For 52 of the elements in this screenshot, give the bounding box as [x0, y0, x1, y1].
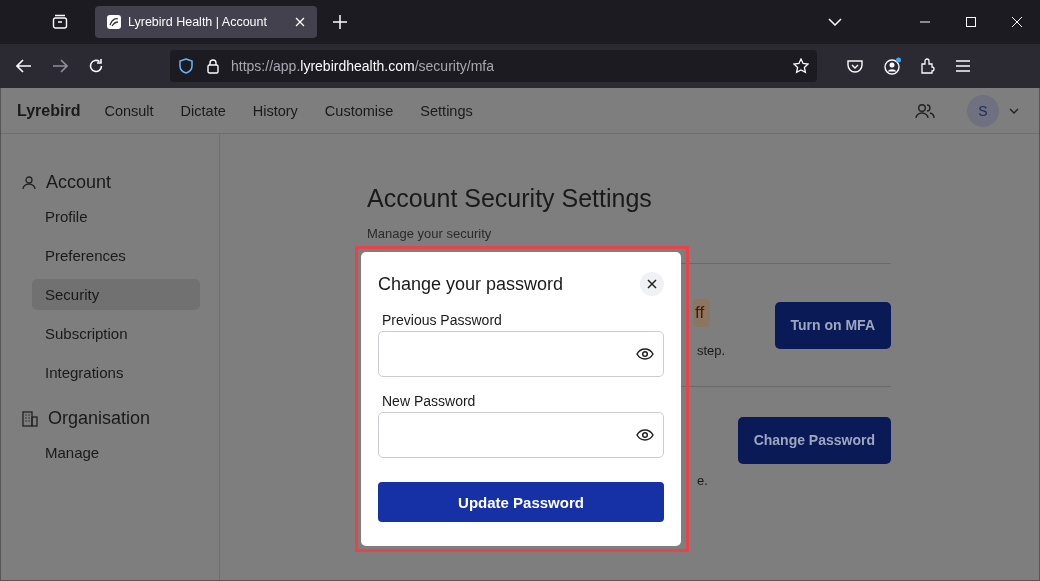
maximize-icon[interactable] — [966, 17, 976, 27]
extensions-icon[interactable] — [920, 58, 936, 74]
back-icon[interactable] — [16, 59, 32, 73]
eye-icon[interactable] — [636, 429, 654, 441]
password-field[interactable] — [378, 412, 664, 458]
sidebar-item[interactable]: Profile — [32, 201, 200, 232]
sidebar-item[interactable]: Integrations — [32, 357, 200, 388]
close-icon[interactable] — [647, 279, 657, 289]
update-password-button[interactable]: Update Password — [378, 482, 664, 522]
sidebar-item[interactable]: Subscription — [32, 318, 200, 349]
lock-icon[interactable] — [207, 58, 219, 74]
star-icon[interactable] — [793, 58, 809, 74]
nav-link[interactable]: Settings — [420, 102, 473, 119]
field-label: Previous Password — [382, 312, 503, 328]
user-avatar[interactable]: S — [967, 94, 999, 127]
sidebar-item[interactable]: Security — [32, 279, 200, 310]
address-bar[interactable]: https://app.lyrebirdhealth.com/security/mfa — [170, 50, 817, 82]
tab-list-icon[interactable] — [52, 14, 68, 30]
browser-tab[interactable]: Lyrebird Health | Account — [95, 6, 317, 38]
people-icon[interactable] — [915, 102, 935, 119]
section-title: Organisation — [48, 408, 151, 429]
site-icon — [107, 15, 121, 29]
close-button[interactable] — [640, 272, 664, 296]
change-password-button[interactable]: Change Password — [737, 416, 891, 464]
account-icon[interactable] — [884, 57, 902, 75]
turn-on-mfa-button[interactable]: Turn on MFA — [774, 301, 891, 349]
nav-link[interactable]: Dictate — [180, 102, 226, 119]
shield-icon[interactable] — [179, 58, 193, 74]
forward-icon[interactable] — [52, 59, 68, 73]
nav-link[interactable]: Customise — [324, 102, 394, 119]
pocket-icon[interactable] — [847, 59, 863, 73]
dialog-title: Change your password — [378, 273, 564, 295]
brand-name[interactable]: Lyrebird — [17, 101, 81, 120]
description-text: step. — [696, 342, 726, 358]
menu-icon[interactable] — [956, 60, 970, 72]
section-title: Account — [46, 172, 112, 193]
password-field[interactable] — [378, 331, 664, 377]
field-label: New Password — [382, 393, 477, 409]
nav-link[interactable]: History — [252, 102, 298, 119]
url-text: https://app.lyrebirdhealth.com/security/mfa — [231, 58, 495, 74]
reload-icon[interactable] — [88, 58, 104, 74]
sidebar-item[interactable]: Manage — [32, 437, 200, 468]
tab-title: Lyrebird Health | Account — [128, 15, 268, 29]
nav-link[interactable]: Consult — [104, 102, 154, 119]
status-badge: ff — [693, 298, 711, 327]
page-title: Account Security Settings — [367, 184, 653, 213]
person-icon — [22, 175, 36, 190]
description-text: e. — [696, 472, 708, 488]
sidebar-item[interactable]: Preferences — [32, 240, 200, 271]
eye-icon[interactable] — [636, 348, 654, 360]
building-icon — [22, 410, 38, 427]
new-tab-icon[interactable] — [333, 15, 347, 29]
